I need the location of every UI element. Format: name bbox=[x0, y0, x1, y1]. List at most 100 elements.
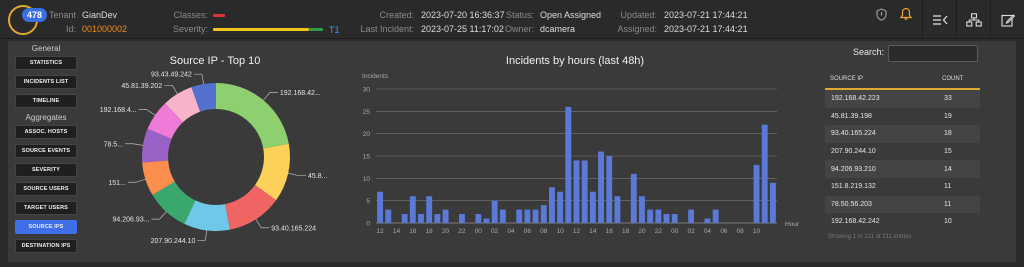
bar[interactable] bbox=[557, 191, 564, 223]
sidebar-item-incidents-list[interactable]: Incidents List bbox=[15, 75, 77, 89]
sidebar-item-destination-ips[interactable]: Destination IPs bbox=[15, 239, 77, 253]
pie-leader-line bbox=[197, 230, 208, 241]
table-row[interactable]: 151.8.219.132 11 bbox=[825, 178, 980, 196]
bar[interactable] bbox=[385, 209, 392, 223]
bar[interactable] bbox=[524, 209, 531, 223]
bar[interactable] bbox=[639, 196, 645, 223]
shield-icon[interactable] bbox=[876, 8, 887, 24]
classes-label: Classes: bbox=[173, 10, 208, 20]
table-row[interactable]: 207.90.244.10 15 bbox=[825, 143, 980, 161]
bar[interactable] bbox=[581, 160, 588, 223]
column-header-source-ip[interactable]: Source IP bbox=[825, 76, 942, 82]
severity-label: Severity: bbox=[172, 24, 208, 34]
bar[interactable] bbox=[647, 209, 654, 223]
pie-chart-title: Source IP - Top 10 bbox=[169, 55, 261, 67]
sidebar-item-target-users[interactable]: Target Users bbox=[15, 201, 77, 215]
bar[interactable] bbox=[614, 196, 621, 223]
pie-label: 45.81.39.202 bbox=[121, 83, 162, 90]
bar[interactable] bbox=[442, 209, 449, 223]
table-row[interactable]: 93.40.165.224 18 bbox=[825, 125, 980, 143]
table-row[interactable]: 192.168.42.242 10 bbox=[825, 213, 980, 231]
pie-slice[interactable] bbox=[216, 83, 289, 149]
bar[interactable] bbox=[712, 209, 719, 223]
updated-value: 2023-07-21 17:44:21 bbox=[664, 10, 748, 20]
last-incident-label: Last Incident: bbox=[360, 24, 414, 34]
sidebar-item-source-events[interactable]: Source Events bbox=[15, 144, 77, 158]
sidebar-item-timeline[interactable]: Timeline bbox=[15, 94, 77, 108]
pie-leader-line bbox=[193, 73, 204, 85]
bar[interactable] bbox=[688, 209, 695, 223]
sidebar-item-assoc-hosts[interactable]: Assoc. Hosts bbox=[15, 125, 77, 139]
bar[interactable] bbox=[475, 214, 482, 223]
table-row[interactable]: 192.168.42.223 33 bbox=[825, 90, 980, 108]
bar[interactable] bbox=[663, 214, 670, 223]
cell-source-ip: 207.90.244.10 bbox=[831, 148, 876, 156]
bar[interactable] bbox=[458, 214, 465, 223]
severity-bar-end bbox=[309, 28, 323, 31]
bar[interactable] bbox=[434, 214, 441, 223]
bar[interactable] bbox=[483, 218, 490, 223]
severity-level: T1 bbox=[329, 25, 340, 35]
sidebar-item-severity[interactable]: Severity bbox=[15, 163, 77, 177]
sidebar-item-statistics[interactable]: Statistics bbox=[15, 56, 77, 70]
bar[interactable] bbox=[499, 209, 506, 223]
bar[interactable] bbox=[491, 200, 498, 223]
x-tick-label: 00 bbox=[671, 228, 679, 235]
y-axis-label: Incidents bbox=[362, 73, 389, 80]
bell-icon[interactable] bbox=[899, 7, 913, 24]
x-tick-label: 18 bbox=[622, 228, 630, 235]
bar[interactable] bbox=[589, 191, 596, 223]
bar[interactable] bbox=[409, 196, 416, 223]
sidebar: General Statistics Incidents List Timeline… bbox=[15, 43, 77, 258]
bar[interactable] bbox=[549, 187, 555, 223]
bar[interactable] bbox=[671, 214, 678, 223]
bar[interactable] bbox=[606, 156, 613, 223]
bar[interactable] bbox=[598, 151, 604, 223]
bar[interactable] bbox=[418, 214, 424, 223]
bar[interactable] bbox=[753, 164, 760, 223]
pie-leader-line bbox=[255, 219, 270, 229]
edit-button[interactable] bbox=[990, 0, 1024, 39]
pie-leader-line bbox=[164, 84, 178, 95]
sidebar-item-source-ips[interactable]: Source IPs bbox=[15, 220, 77, 234]
search-input[interactable] bbox=[888, 45, 978, 62]
x-tick-label: 20 bbox=[638, 228, 646, 235]
tenant-value: GianDev bbox=[82, 10, 118, 20]
bar[interactable] bbox=[426, 196, 433, 223]
cell-count: 15 bbox=[944, 148, 952, 156]
table-row[interactable]: 78.50.56.203 11 bbox=[825, 195, 980, 214]
hierarchy-button[interactable] bbox=[956, 0, 990, 39]
classes-indicator bbox=[213, 14, 225, 17]
pie-label: 93.40.165.224 bbox=[271, 225, 316, 232]
x-tick-label: 16 bbox=[606, 228, 614, 235]
y-tick-label: 30 bbox=[363, 87, 371, 94]
x-tick-label: 02 bbox=[687, 228, 695, 235]
table-row[interactable]: 45.81.39.198 19 bbox=[825, 108, 980, 126]
tenant-label: Tenant bbox=[48, 10, 76, 20]
x-axis-label: Hour bbox=[785, 221, 800, 228]
cell-count: 10 bbox=[944, 218, 952, 226]
pie-leader-line bbox=[151, 211, 167, 220]
bar[interactable] bbox=[655, 209, 662, 223]
bar[interactable] bbox=[401, 214, 408, 223]
bar[interactable] bbox=[532, 209, 539, 223]
bar[interactable] bbox=[565, 106, 572, 223]
table-row[interactable]: 94.206.93.210 14 bbox=[825, 160, 980, 178]
cell-source-ip: 192.168.42.223 bbox=[831, 95, 880, 103]
bar[interactable] bbox=[630, 173, 637, 223]
column-header-count[interactable]: Count bbox=[942, 76, 980, 82]
cell-source-ip: 45.81.39.198 bbox=[831, 112, 872, 120]
bar[interactable] bbox=[769, 182, 776, 223]
bar[interactable] bbox=[540, 205, 547, 223]
sidebar-item-source-users[interactable]: Source Users bbox=[15, 182, 77, 196]
bar[interactable] bbox=[573, 160, 580, 223]
id-value[interactable]: 001000002 bbox=[82, 24, 127, 34]
bar[interactable] bbox=[761, 124, 768, 223]
bar[interactable] bbox=[377, 191, 384, 223]
cell-source-ip: 151.8.219.132 bbox=[831, 183, 876, 191]
bar[interactable] bbox=[704, 218, 711, 223]
status-value: Open Assigned bbox=[540, 10, 602, 20]
bar[interactable] bbox=[516, 209, 523, 223]
pie-leader-line bbox=[263, 92, 278, 101]
collapse-panel-button[interactable] bbox=[922, 0, 956, 39]
